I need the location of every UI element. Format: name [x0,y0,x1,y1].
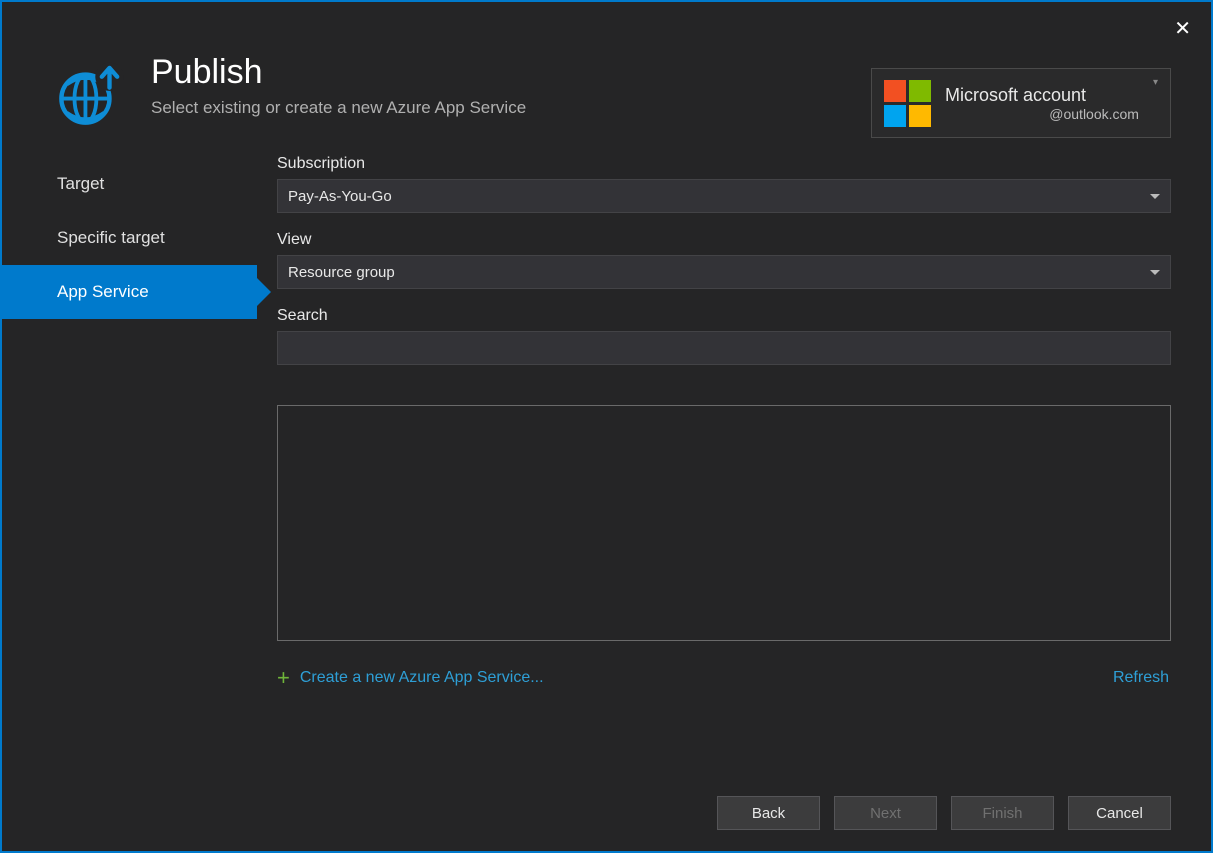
subscription-label: Subscription [277,155,1171,173]
microsoft-logo-icon [884,80,931,127]
refresh-link[interactable]: Refresh [1113,669,1169,687]
subscription-value: Pay-As-You-Go [288,188,392,205]
create-link-label: Create a new Azure App Service... [300,669,544,687]
search-input[interactable] [277,331,1171,365]
publish-dialog: ✕ Publish Select existing or create a ne… [0,0,1213,853]
finish-button: Finish [951,796,1054,830]
dialog-footer: Back Next Finish Cancel [2,775,1211,851]
view-value: Resource group [288,264,395,281]
account-selector[interactable]: Microsoft account @outlook.com ▾ [871,68,1171,138]
account-text: Microsoft account @outlook.com [945,85,1139,122]
sidebar-item-label: Target [57,174,104,194]
account-label: Microsoft account [945,85,1139,106]
sidebar-item-label: Specific target [57,228,165,248]
view-select[interactable]: Resource group [277,255,1171,289]
publish-globe-icon [57,57,127,127]
plus-icon: + [277,665,290,691]
cancel-button[interactable]: Cancel [1068,796,1171,830]
sidebar-item-app-service[interactable]: App Service [2,265,257,319]
dialog-title: Publish [151,53,526,92]
sidebar-item-specific-target[interactable]: Specific target [2,211,257,265]
back-button[interactable]: Back [717,796,820,830]
chevron-down-icon: ▾ [1153,77,1158,88]
close-button[interactable]: ✕ [1174,16,1191,41]
search-label: Search [277,307,1171,325]
view-label: View [277,231,1171,249]
create-new-app-service-link[interactable]: + Create a new Azure App Service... [277,665,544,691]
main-panel: Subscription Pay-As-You-Go View Resource… [257,137,1171,775]
wizard-sidebar: Target Specific target App Service [2,137,257,775]
dialog-subtitle: Select existing or create a new Azure Ap… [151,98,526,118]
sidebar-item-label: App Service [57,282,149,302]
resource-list[interactable] [277,405,1171,641]
header-text: Publish Select existing or create a new … [151,57,526,118]
next-button: Next [834,796,937,830]
account-email: @outlook.com [945,106,1139,122]
sidebar-item-target[interactable]: Target [2,157,257,211]
subscription-select[interactable]: Pay-As-You-Go [277,179,1171,213]
